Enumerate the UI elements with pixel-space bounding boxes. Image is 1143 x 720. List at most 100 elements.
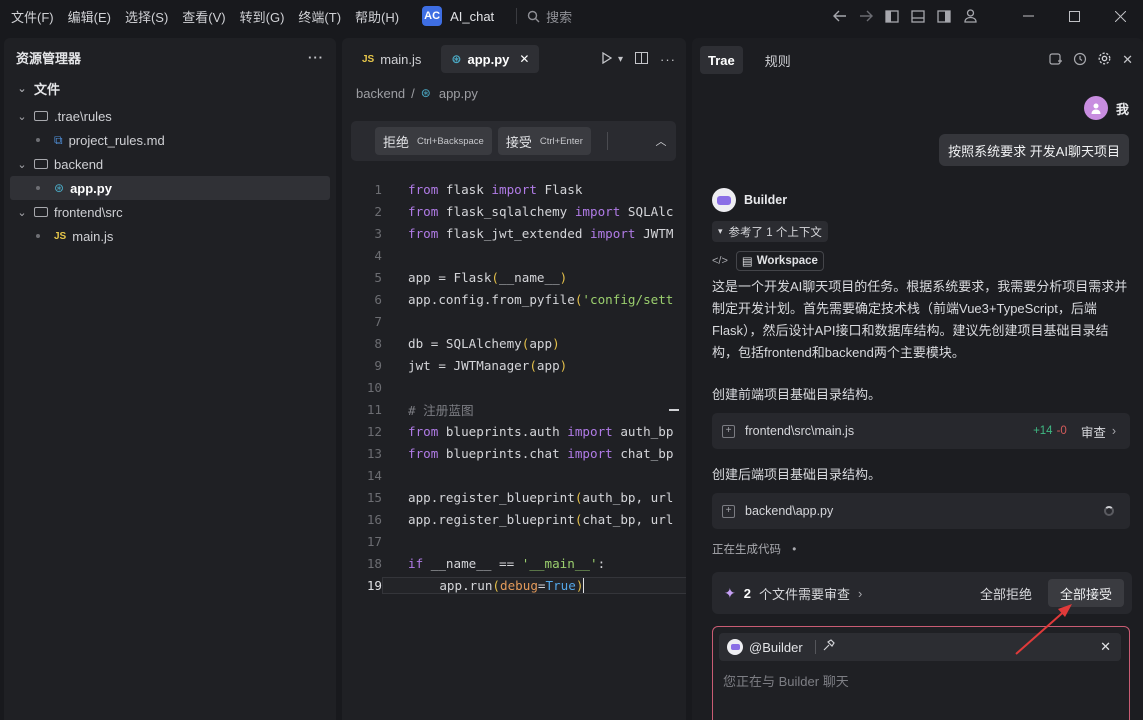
divider xyxy=(814,640,816,654)
javascript-file-icon: JS xyxy=(362,53,375,65)
code-line: 7 xyxy=(342,310,686,332)
builder-bot-icon xyxy=(712,188,736,212)
line-number: 13 xyxy=(366,445,382,461)
code-line: 1 from flask import Flask xyxy=(342,178,686,200)
tree-file-project-rules[interactable]: ⧉ project_rules.md xyxy=(4,128,336,152)
menu-terminal[interactable]: 终端(T) xyxy=(291,7,348,26)
workspace-chip[interactable]: ▤ Workspace xyxy=(735,251,824,271)
new-chat-icon[interactable] xyxy=(1049,52,1063,69)
step-text: 创建后端项目基础目录结构。 xyxy=(712,467,882,482)
context-toggle[interactable]: ▾ 参考了 1 个上下文 xyxy=(712,221,828,242)
history-icon[interactable] xyxy=(1073,52,1087,69)
folder-icon xyxy=(34,111,48,121)
hammer-icon[interactable] xyxy=(822,639,835,655)
pending-label[interactable]: 个文件需要审查 xyxy=(759,584,850,603)
code-text: jwt = JWTManager(app) xyxy=(408,357,568,373)
accept-all-button[interactable]: 全部接受 xyxy=(1047,579,1124,607)
close-icon[interactable]: ✕ xyxy=(1100,639,1111,655)
file-change-card[interactable]: + frontend\src\main.js +14 -0 审查 › xyxy=(712,413,1130,449)
line-number: 10 xyxy=(366,379,382,395)
minimize-icon[interactable] xyxy=(1005,0,1051,32)
expand-plus-icon[interactable]: + xyxy=(722,424,735,438)
tree-folder-backend[interactable]: ⌄ backend xyxy=(4,152,336,176)
chevron-right-icon[interactable]: › xyxy=(858,586,862,601)
expand-plus-icon[interactable]: + xyxy=(722,504,735,518)
tab-app-py[interactable]: ⊛ app.py ✕ xyxy=(441,45,540,73)
menu-file[interactable]: 文件(F) xyxy=(4,7,61,26)
tree-folder-frontend[interactable]: ⌄ frontend\src xyxy=(4,200,336,224)
breadcrumb-folder[interactable]: backend xyxy=(356,86,405,101)
tree-file-app-py[interactable]: ⊛ app.py xyxy=(10,176,330,200)
tree-label: frontend\src xyxy=(54,204,123,220)
accept-label: 接受 xyxy=(505,134,532,150)
review-button[interactable]: 审查 xyxy=(1081,422,1106,441)
line-number: 18 xyxy=(366,555,382,571)
chat-input[interactable]: @Builder ✕ 您正在与 Builder 聊天 xyxy=(712,626,1130,720)
menu-help[interactable]: 帮助(H) xyxy=(348,7,406,26)
file-path: frontend\src\main.js xyxy=(745,424,855,438)
line-number: 14 xyxy=(366,467,382,483)
code-line: 5 app = Flask(__name__) xyxy=(342,266,686,288)
maximize-icon[interactable] xyxy=(1051,0,1097,32)
project-switcher[interactable]: AC AI_chat xyxy=(422,6,494,26)
more-actions-icon[interactable]: ··· xyxy=(308,50,324,65)
reject-all-button[interactable]: 全部拒绝 xyxy=(980,584,1032,603)
close-tab-icon[interactable]: ✕ xyxy=(519,52,529,66)
settings-gear-icon[interactable] xyxy=(1097,51,1112,69)
unsaved-dot xyxy=(36,234,40,238)
tab-rules[interactable]: 规则 xyxy=(757,46,799,74)
breadcrumb-file[interactable]: app.py xyxy=(439,86,478,101)
tree-label: main.js xyxy=(72,228,114,244)
reject-label: 拒绝 xyxy=(383,134,410,150)
run-icon[interactable] xyxy=(602,51,613,67)
close-icon[interactable]: ✕ xyxy=(1122,52,1137,68)
menu-bar: 文件(F) 编辑(E) 选择(S) 查看(V) 转到(G) 终端(T) 帮助(H… xyxy=(0,7,406,26)
line-number: 12 xyxy=(366,423,382,439)
split-editor-icon[interactable] xyxy=(635,51,648,67)
chevron-up-icon[interactable]: ︿ xyxy=(646,133,676,149)
code-text: app.register_blueprint(chat_bp, url xyxy=(408,511,674,527)
line-number: 19 xyxy=(366,577,382,593)
tree-file-main-js[interactable]: JS main.js xyxy=(4,224,336,248)
code-line-current: 19 app.run(debug=True) xyxy=(342,574,686,596)
close-window-icon[interactable] xyxy=(1097,0,1143,32)
toggle-right-panel-icon[interactable] xyxy=(931,0,957,32)
code-area[interactable]: 1 from flask import Flask 2 from flask_sql… xyxy=(342,178,686,596)
line-number: 8 xyxy=(374,335,382,351)
tree-label: project_rules.md xyxy=(68,132,165,148)
more-actions-icon[interactable]: ··· xyxy=(660,52,676,67)
tab-main-js[interactable]: JS main.js xyxy=(352,45,431,73)
tree-folder-rules[interactable]: ⌄ .trae\rules xyxy=(4,104,336,128)
menu-view[interactable]: 查看(V) xyxy=(175,7,232,26)
code-line: 12 from blueprints.auth import auth_bp xyxy=(342,420,686,442)
account-icon[interactable] xyxy=(957,0,983,32)
section-files[interactable]: ⌄ 文件 xyxy=(4,76,336,100)
forward-arrow-icon[interactable] xyxy=(853,0,879,32)
menu-edit[interactable]: 编辑(E) xyxy=(61,7,118,26)
title-bar: 文件(F) 编辑(E) 选择(S) 查看(V) 转到(G) 终端(T) 帮助(H… xyxy=(0,0,1143,32)
menu-goto[interactable]: 转到(G) xyxy=(233,7,292,26)
accept-button[interactable]: 接受 Ctrl+Enter xyxy=(497,127,591,155)
code-line: 17 xyxy=(342,530,686,552)
file-change-card[interactable]: + backend\app.py xyxy=(712,493,1130,529)
menu-select[interactable]: 选择(S) xyxy=(118,7,175,26)
code-line: 13 from blueprints.chat import chat_bp xyxy=(342,442,686,464)
python-file-icon: ⊛ xyxy=(451,52,462,66)
sparkle-icon: ✦ xyxy=(724,584,736,601)
line-number: 16 xyxy=(366,511,382,527)
code-line: 11 # 注册蓝图 xyxy=(342,398,686,420)
back-arrow-icon[interactable] xyxy=(827,0,853,32)
search-box[interactable]: 搜索 xyxy=(527,7,572,26)
breadcrumb-separator: / xyxy=(411,85,415,101)
toggle-bottom-panel-icon[interactable] xyxy=(905,0,931,32)
reject-button[interactable]: 拒绝 Ctrl+Backspace xyxy=(375,127,492,155)
status-dot: • xyxy=(792,544,797,556)
status-text: 正在生成代码 xyxy=(712,544,781,556)
assistant-response: 这是一个开发AI聊天项目的任务。根据系统要求，我需要分析项目需求并制定开发计划。… xyxy=(712,279,1128,360)
reject-shortcut: Ctrl+Backspace xyxy=(417,135,484,147)
explorer-title: 资源管理器 xyxy=(16,50,82,66)
toggle-left-panel-icon[interactable] xyxy=(879,0,905,32)
scrollbar-thumb[interactable] xyxy=(669,409,679,411)
tab-trae[interactable]: Trae xyxy=(700,46,743,74)
chevron-down-icon[interactable]: ▾ xyxy=(618,54,623,65)
